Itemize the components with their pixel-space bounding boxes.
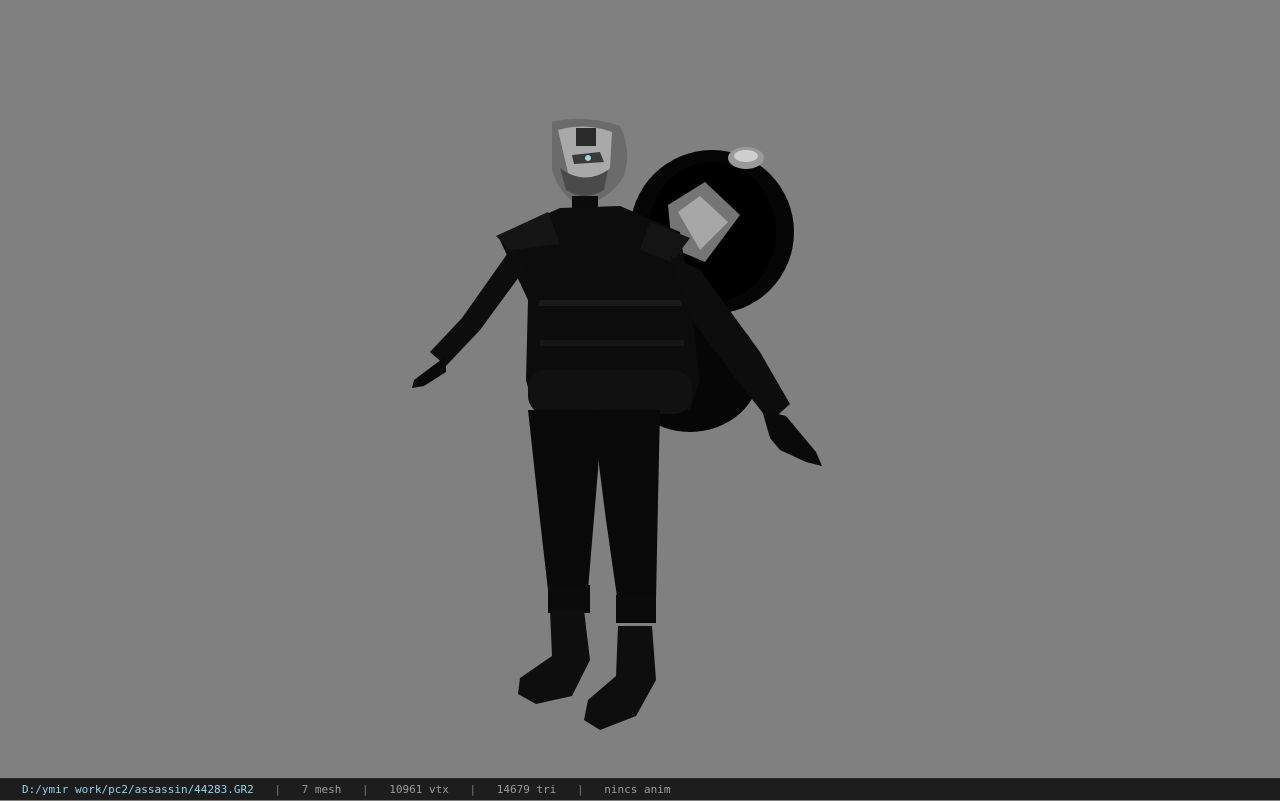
separator: |: [362, 783, 369, 796]
3d-viewport[interactable]: [0, 0, 1280, 778]
animation-status-label: nincs anim: [604, 783, 671, 796]
boots-icon: [518, 610, 656, 730]
mesh-count-label: 7 mesh: [301, 783, 342, 796]
file-path-label: D:/ymir work/pc2/assassin/44283.GR2: [22, 783, 254, 796]
head-mask-icon: [552, 118, 628, 214]
separator: |: [469, 783, 477, 796]
torso-icon: [496, 206, 700, 414]
separator: |: [274, 783, 282, 796]
vertex-count-label: 10961 vtx: [389, 783, 449, 796]
left-arm-icon: [412, 250, 530, 388]
character-model[interactable]: [0, 0, 1280, 778]
status-bar: D:/ymir work/pc2/assassin/44283.GR2 | 7 …: [0, 778, 1280, 800]
triangle-count-label: 14679 tri: [496, 783, 557, 796]
legs-icon: [528, 410, 660, 623]
separator: |: [577, 783, 584, 796]
